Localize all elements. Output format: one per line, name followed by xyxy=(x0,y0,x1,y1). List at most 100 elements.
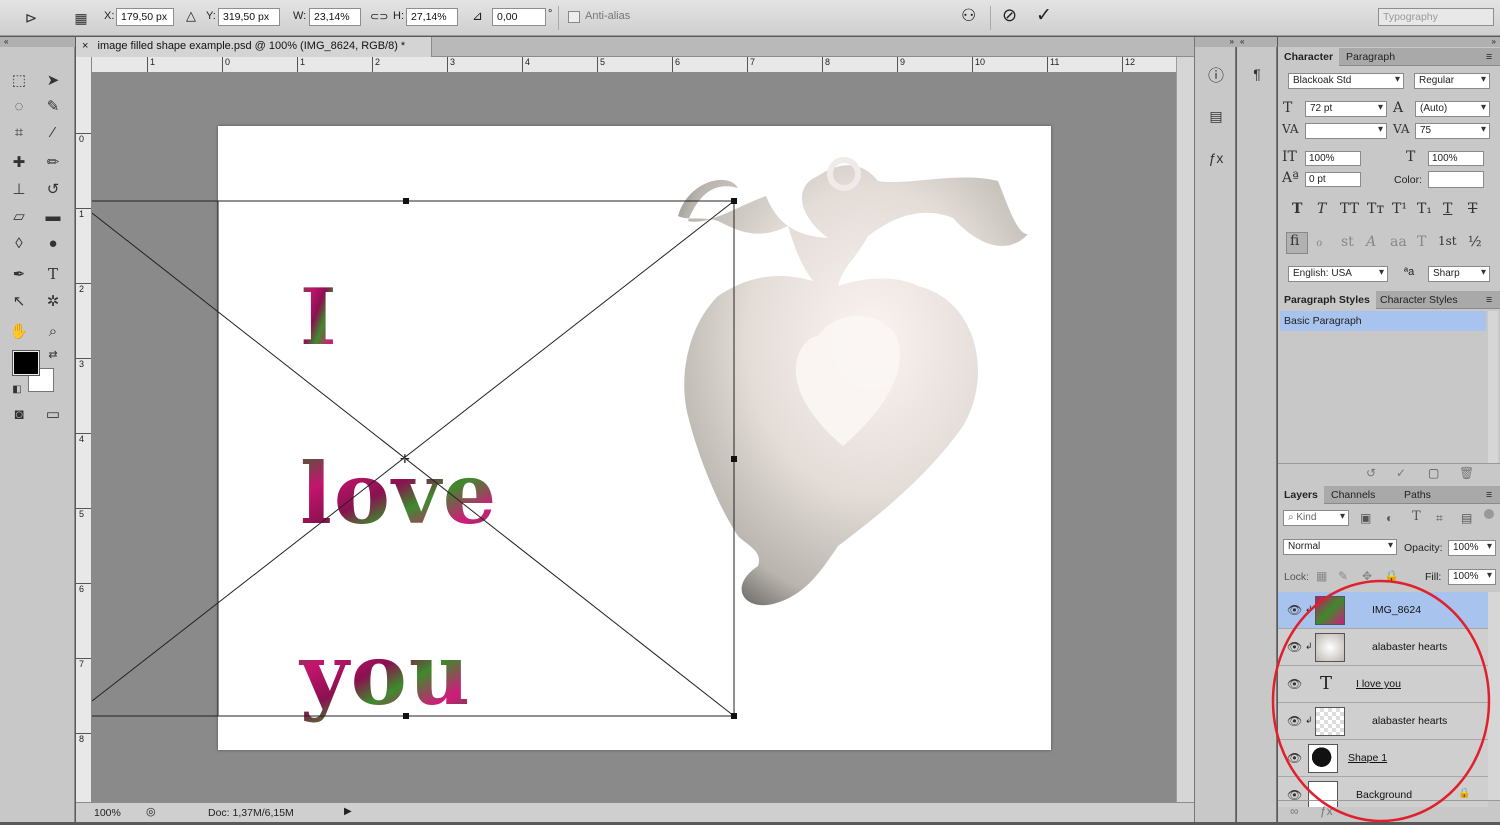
status-info-icon[interactable]: ◎ xyxy=(146,805,156,818)
width-field[interactable]: 23,14% xyxy=(309,8,361,26)
font-family-dropdown[interactable]: Blackoak Std xyxy=(1288,73,1404,89)
warp-icon[interactable]: ⚇ xyxy=(961,6,976,26)
kerning-field[interactable] xyxy=(1305,123,1387,139)
x-field[interactable]: 179,50 px xyxy=(116,8,174,26)
eraser-tool-icon[interactable]: ▱ xyxy=(8,205,30,227)
panel-menu-icon[interactable]: ≡ xyxy=(1480,486,1498,504)
antialias-dropdown[interactable]: Sharp xyxy=(1428,266,1490,282)
tab-layers[interactable]: Layers xyxy=(1278,486,1324,504)
tab-paragraph[interactable]: Paragraph xyxy=(1340,48,1401,66)
history-brush-icon[interactable]: ↺ xyxy=(42,178,64,200)
info-panel-icon[interactable]: ⓘ xyxy=(1205,63,1227,85)
subscript-button[interactable]: T₁ xyxy=(1417,201,1432,217)
transform-handle[interactable] xyxy=(403,713,409,719)
delete-style-icon[interactable]: 🗑 xyxy=(1459,466,1474,480)
faux-italic-button[interactable]: T xyxy=(1317,201,1326,217)
panel-menu-icon[interactable]: ≡ xyxy=(1480,48,1498,66)
layer-filter-kind[interactable]: ⌕ Kind xyxy=(1283,510,1349,526)
transform-handle[interactable] xyxy=(731,456,737,462)
close-tab-icon[interactable]: × xyxy=(82,40,88,52)
new-style-icon[interactable]: ▢ xyxy=(1428,466,1439,480)
language-dropdown[interactable]: English: USA xyxy=(1288,266,1388,282)
blend-mode-dropdown[interactable]: Normal xyxy=(1283,539,1397,555)
font-size-field[interactable]: 72 pt xyxy=(1305,101,1387,117)
collapse-handle[interactable]: » xyxy=(1278,37,1500,47)
type-tool-icon[interactable]: T xyxy=(42,263,64,285)
tab-character-styles[interactable]: Character Styles xyxy=(1374,291,1464,309)
filter-adjustment-icon[interactable]: ◐ xyxy=(1386,511,1393,525)
titling-alternates-button[interactable]: T xyxy=(1417,234,1426,250)
swash-button[interactable]: A xyxy=(1366,234,1376,250)
clear-override-icon[interactable]: ↺ xyxy=(1366,466,1376,480)
style-item-basic-paragraph[interactable]: Basic Paragraph xyxy=(1280,311,1486,331)
faux-bold-button[interactable]: T xyxy=(1292,201,1302,217)
antialias-checkbox[interactable] xyxy=(568,11,580,23)
document-tab[interactable]: × image filled shape example.psd @ 100% … xyxy=(76,37,432,57)
transform-handle[interactable] xyxy=(731,713,737,719)
pen-tool-icon[interactable]: ✒ xyxy=(8,263,30,285)
transform-handle[interactable] xyxy=(731,198,737,204)
underline-button[interactable]: T xyxy=(1443,201,1452,217)
vertical-scale-field[interactable]: 100% xyxy=(1305,151,1361,166)
swatches-panel-icon[interactable]: ▤ xyxy=(1205,105,1227,127)
text-color-swatch[interactable] xyxy=(1428,171,1484,188)
swap-colors-icon[interactable]: ⇄ xyxy=(42,343,64,365)
blur-tool-icon[interactable]: ◊ xyxy=(8,232,30,254)
workspace-dropdown[interactable]: Typography xyxy=(1378,8,1494,26)
transform-bounding-box[interactable] xyxy=(218,201,734,716)
styles-panel-icon[interactable]: ƒx xyxy=(1205,147,1227,169)
tab-character[interactable]: Character xyxy=(1278,48,1339,66)
expand-handle[interactable]: » xyxy=(1195,37,1237,47)
tab-channels[interactable]: Channels xyxy=(1325,486,1381,504)
opacity-field[interactable]: 100% xyxy=(1448,540,1496,556)
move-tool-preset-icon[interactable]: ⊳ xyxy=(20,7,42,29)
filter-pixel-icon[interactable]: ▣ xyxy=(1360,511,1371,525)
zoom-level[interactable]: 100% xyxy=(94,807,121,819)
paragraph-panel-icon[interactable]: ¶ xyxy=(1246,63,1268,85)
collapse-handle[interactable]: « xyxy=(1237,37,1277,47)
ordinals-button[interactable]: 1st xyxy=(1438,234,1457,248)
all-caps-button[interactable]: TT xyxy=(1340,201,1359,217)
custom-shape-icon[interactable]: ✲ xyxy=(42,290,64,312)
reference-point-icon[interactable]: ▦ xyxy=(70,7,92,29)
tab-paths[interactable]: Paths xyxy=(1398,486,1437,504)
commit-transform-icon[interactable]: ✓ xyxy=(1036,4,1052,27)
superscript-button[interactable]: T¹ xyxy=(1392,201,1407,217)
eyedropper-tool-icon[interactable]: ⁄ xyxy=(42,121,64,143)
path-select-icon[interactable]: ↖ xyxy=(8,290,30,312)
quick-mask-icon[interactable]: ◙ xyxy=(8,403,30,425)
filter-toggle[interactable] xyxy=(1484,509,1494,519)
lasso-tool-icon[interactable]: ◌ xyxy=(8,95,30,117)
styles-scrollbar[interactable] xyxy=(1488,311,1498,463)
default-colors-icon[interactable]: ◧ xyxy=(6,378,28,400)
move-tool-icon[interactable]: ➤ xyxy=(42,69,64,91)
small-caps-button[interactable]: Tт xyxy=(1367,201,1384,217)
redefine-style-icon[interactable]: ✓ xyxy=(1396,466,1406,480)
font-style-dropdown[interactable]: Regular xyxy=(1414,73,1490,89)
gradient-tool-icon[interactable]: ▬ xyxy=(42,205,64,227)
brush-tool-icon[interactable]: ✏ xyxy=(42,151,64,173)
zoom-tool-icon[interactable]: ⌕ xyxy=(42,320,64,342)
filter-shape-icon[interactable]: ⌗ xyxy=(1436,511,1443,526)
delta-icon[interactable]: △ xyxy=(186,8,196,24)
tracking-field[interactable]: 75 xyxy=(1415,123,1490,139)
ligatures-button[interactable]: fi xyxy=(1286,232,1308,254)
dodge-tool-icon[interactable]: ● xyxy=(42,232,64,254)
stylistic-alternates-button[interactable]: aa xyxy=(1390,234,1407,250)
quick-select-tool-icon[interactable]: ✎ xyxy=(42,95,64,117)
collapse-handle[interactable]: « xyxy=(0,37,75,47)
healing-brush-icon[interactable]: ✚ xyxy=(8,151,30,173)
tab-paragraph-styles[interactable]: Paragraph Styles xyxy=(1278,291,1376,309)
panel-menu-icon[interactable]: ≡ xyxy=(1480,291,1498,309)
horizontal-scale-field[interactable]: 100% xyxy=(1428,151,1484,166)
discretionary-ligatures-button[interactable]: st xyxy=(1341,234,1354,250)
link-icon[interactable]: ⊂⊃ xyxy=(370,10,388,23)
cancel-transform-icon[interactable]: ⊘ xyxy=(1002,5,1017,26)
baseline-shift-field[interactable]: 0 pt xyxy=(1305,172,1361,187)
status-menu-arrow-icon[interactable]: ▶ xyxy=(344,806,352,817)
height-field[interactable]: 27,14% xyxy=(406,8,458,26)
screen-mode-icon[interactable]: ▭ xyxy=(42,403,64,425)
fractions-button[interactable]: ½ xyxy=(1468,234,1482,250)
strikethrough-button[interactable]: T xyxy=(1468,201,1477,217)
hand-tool-icon[interactable]: ✋ xyxy=(8,320,30,342)
